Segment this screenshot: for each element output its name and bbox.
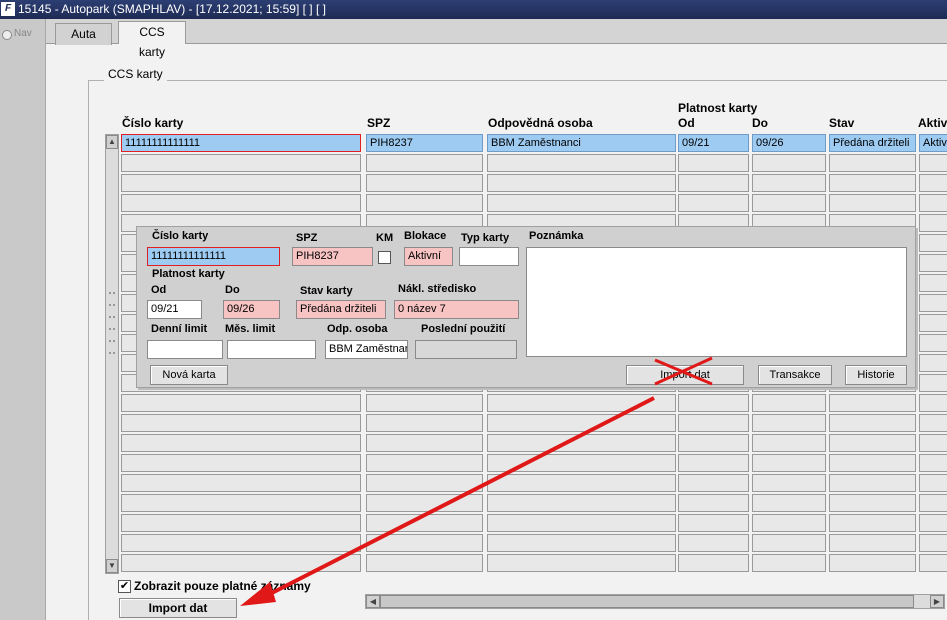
red-arrow-icon (240, 396, 655, 606)
grip-dot (113, 328, 115, 330)
grip-dot (109, 328, 111, 330)
grip-dot (109, 316, 111, 318)
grip-dot (109, 340, 111, 342)
grip-dot (113, 316, 115, 318)
grip-dot (109, 304, 111, 306)
grip-dot (109, 352, 111, 354)
grip-dot (113, 352, 115, 354)
grip-dot (113, 340, 115, 342)
annotation-overlay (240, 356, 713, 606)
red-cross-icon (654, 356, 713, 386)
grip-dot (113, 292, 115, 294)
grip-dot (109, 292, 111, 294)
grip-dot (113, 304, 115, 306)
